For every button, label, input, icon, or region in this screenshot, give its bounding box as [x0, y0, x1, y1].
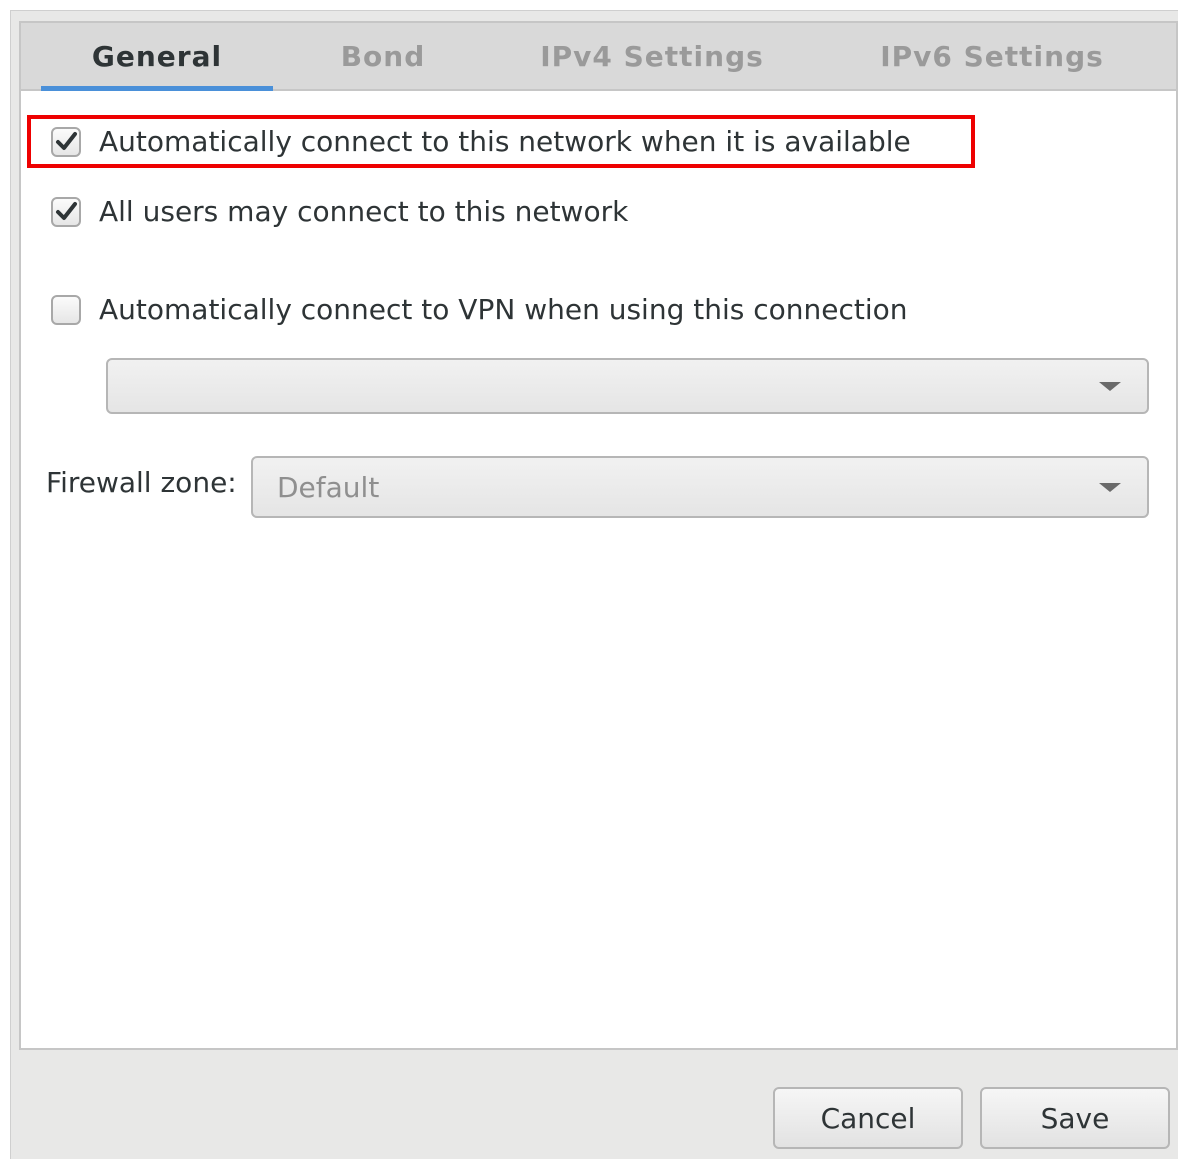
tab-ipv4-settings-label: IPv4 Settings	[540, 39, 764, 73]
settings-notebook: General Bond IPv4 Settings IPv6 Settings…	[19, 21, 1178, 1050]
tab-bond-label: Bond	[340, 39, 426, 73]
tab-bond[interactable]: Bond	[283, 23, 483, 89]
auto-vpn-checkbox[interactable]	[51, 294, 81, 325]
tab-ipv6-settings-label: IPv6 Settings	[880, 39, 1104, 73]
chevron-down-icon	[1099, 382, 1121, 391]
tab-general-label: General	[91, 39, 223, 73]
tab-general[interactable]: General	[41, 23, 273, 91]
auto-connect-option[interactable]: Automatically connect to this network wh…	[51, 125, 911, 158]
save-button[interactable]: Save	[980, 1087, 1170, 1149]
all-users-label: All users may connect to this network	[99, 195, 629, 228]
checkmark-icon	[56, 201, 77, 220]
all-users-checkbox[interactable]	[51, 196, 81, 227]
tab-ipv6-settings[interactable]: IPv6 Settings	[861, 23, 1123, 89]
connection-editor-dialog: General Bond IPv4 Settings IPv6 Settings…	[10, 10, 1178, 1159]
auto-vpn-label: Automatically connect to VPN when using …	[99, 293, 908, 326]
chevron-down-icon	[1099, 483, 1121, 492]
vpn-select[interactable]	[106, 358, 1149, 414]
tab-bar: General Bond IPv4 Settings IPv6 Settings	[21, 23, 1176, 91]
checkmark-icon	[56, 131, 77, 150]
auto-connect-checkbox[interactable]	[51, 126, 81, 157]
active-tab-indicator	[41, 86, 273, 91]
cancel-button[interactable]: Cancel	[773, 1087, 963, 1149]
firewall-zone-label: Firewall zone:	[46, 466, 237, 499]
firewall-zone-value: Default	[277, 470, 380, 504]
auto-vpn-option[interactable]: Automatically connect to VPN when using …	[51, 293, 908, 326]
tab-ipv4-settings[interactable]: IPv4 Settings	[521, 23, 783, 89]
auto-connect-label: Automatically connect to this network wh…	[99, 125, 911, 158]
all-users-option[interactable]: All users may connect to this network	[51, 195, 628, 228]
firewall-zone-select[interactable]: Default	[251, 456, 1149, 518]
